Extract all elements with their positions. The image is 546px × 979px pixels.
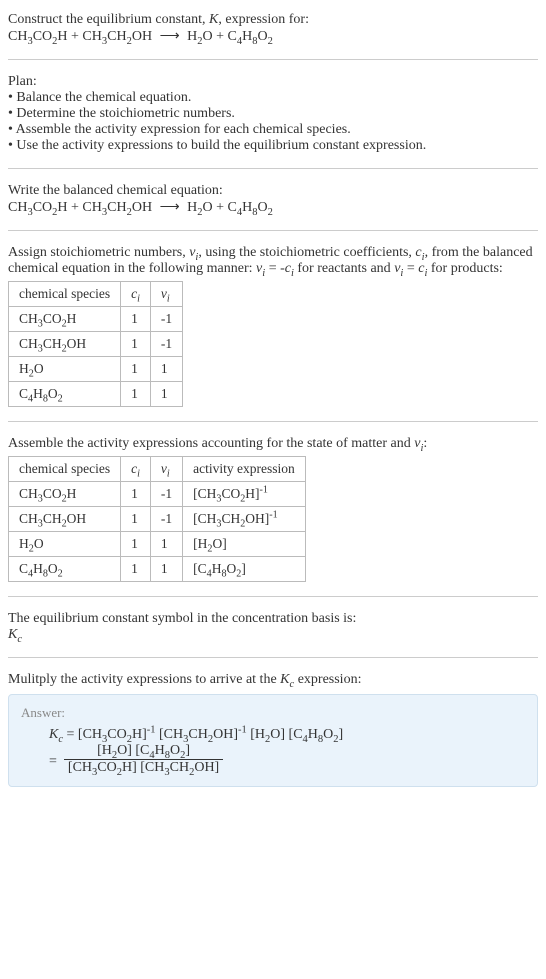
table-cell: CH3CH2OH (9, 507, 121, 532)
symbol-section: The equilibrium constant symbol in the c… (8, 607, 538, 647)
table-cell: 1 (121, 507, 151, 532)
plan-heading: Plan: (8, 74, 538, 90)
fraction-numerator: [H2O] [C4H8O2] (64, 743, 223, 760)
table-cell: 1 (150, 357, 182, 382)
activity-intro: Assemble the activity expressions accoun… (8, 436, 538, 452)
table-cell: 1 (121, 307, 151, 332)
plan-item: • Determine the stoichiometric numbers. (8, 106, 538, 122)
answer-expression: Kc = [CH3CO2H]-1 [CH3CH2OH]-1 [H2O] [C4H… (21, 727, 525, 776)
plan-item: • Use the activity expressions to build … (8, 138, 538, 154)
table-row: CH3CH2OH 1 -1 [CH3CH2OH]-1 (9, 507, 306, 532)
divider (8, 168, 538, 169)
symbol: Kc (8, 627, 538, 643)
multiply-intro: Mulitply the activity expressions to arr… (8, 672, 538, 688)
table-cell: [C4H8O2] (183, 557, 306, 582)
balanced-equation: CH3CO2H + CH3CH2OH ⟶ H2O + C4H8O2 (8, 199, 538, 216)
table-header: ci (121, 457, 151, 482)
plan-item: • Assemble the activity expression for e… (8, 122, 538, 138)
table-cell: -1 (150, 507, 182, 532)
table-cell: 1 (121, 532, 151, 557)
table-cell: 1 (150, 557, 182, 582)
table-row: CH3CO2H 1 -1 [CH3CO2H]-1 (9, 482, 306, 507)
fraction-denominator: [CH3CO2H] [CH3CH2OH] (64, 760, 223, 776)
table-header: activity expression (183, 457, 306, 482)
symbol-intro: The equilibrium constant symbol in the c… (8, 611, 538, 627)
answer-label: Answer: (21, 705, 525, 721)
stoich-table: chemical species ci νi CH3CO2H 1 -1 CH3C… (8, 281, 183, 407)
activity-section: Assemble the activity expressions accoun… (8, 432, 538, 586)
stoich-section: Assign stoichiometric numbers, νi, using… (8, 241, 538, 411)
intro-equation: CH3CO2H + CH3CH2OH ⟶ H2O + C4H8O2 (8, 28, 538, 45)
stoich-intro: Assign stoichiometric numbers, νi, using… (8, 245, 538, 277)
divider (8, 657, 538, 658)
answer-box: Answer: Kc = [CH3CO2H]-1 [CH3CH2OH]-1 [H… (8, 694, 538, 787)
table-header: νi (150, 457, 182, 482)
activity-table: chemical species ci νi activity expressi… (8, 456, 306, 582)
table-row: CH3CO2H 1 -1 (9, 307, 183, 332)
table-cell: C4H8O2 (9, 557, 121, 582)
intro-line1: Construct the equilibrium constant, K, e… (8, 12, 538, 28)
table-header-row: chemical species ci νi activity expressi… (9, 457, 306, 482)
table-cell: [H2O] (183, 532, 306, 557)
table-header: νi (150, 282, 182, 307)
balanced-heading: Write the balanced chemical equation: (8, 183, 538, 199)
table-cell: C4H8O2 (9, 382, 121, 407)
table-cell: CH3CO2H (9, 482, 121, 507)
table-header: ci (121, 282, 151, 307)
table-cell: [CH3CO2H]-1 (183, 482, 306, 507)
table-row: C4H8O2 1 1 (9, 382, 183, 407)
plan-item: • Balance the chemical equation. (8, 90, 538, 106)
table-cell: [CH3CH2OH]-1 (183, 507, 306, 532)
divider (8, 596, 538, 597)
divider (8, 230, 538, 231)
intro-section: Construct the equilibrium constant, K, e… (8, 8, 538, 49)
divider (8, 59, 538, 60)
table-cell: H2O (9, 357, 121, 382)
table-row: H2O 1 1 [H2O] (9, 532, 306, 557)
multiply-section: Mulitply the activity expressions to arr… (8, 668, 538, 791)
table-cell: -1 (150, 482, 182, 507)
table-cell: 1 (121, 357, 151, 382)
table-cell: CH3CH2OH (9, 332, 121, 357)
table-header-row: chemical species ci νi (9, 282, 183, 307)
table-header: chemical species (9, 282, 121, 307)
answer-fraction: [H2O] [C4H8O2] [CH3CO2H] [CH3CH2OH] (64, 743, 223, 776)
table-row: CH3CH2OH 1 -1 (9, 332, 183, 357)
table-cell: -1 (150, 307, 182, 332)
table-cell: 1 (150, 532, 182, 557)
table-cell: 1 (150, 382, 182, 407)
table-cell: CH3CO2H (9, 307, 121, 332)
balanced-section: Write the balanced chemical equation: CH… (8, 179, 538, 220)
divider (8, 421, 538, 422)
table-row: H2O 1 1 (9, 357, 183, 382)
table-header: chemical species (9, 457, 121, 482)
table-cell: 1 (121, 382, 151, 407)
table-row: C4H8O2 1 1 [C4H8O2] (9, 557, 306, 582)
table-cell: -1 (150, 332, 182, 357)
table-cell: 1 (121, 482, 151, 507)
plan-section: Plan: • Balance the chemical equation. •… (8, 70, 538, 158)
table-cell: H2O (9, 532, 121, 557)
table-cell: 1 (121, 332, 151, 357)
table-cell: 1 (121, 557, 151, 582)
